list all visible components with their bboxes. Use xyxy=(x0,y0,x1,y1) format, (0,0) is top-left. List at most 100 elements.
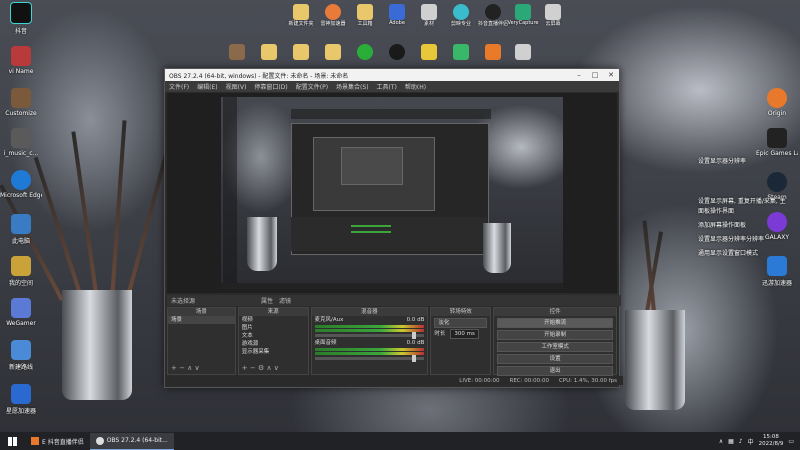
source-label: 文本 xyxy=(241,333,253,339)
minimize-button[interactable]: – xyxy=(571,71,587,79)
desktop-icon-cloud-screen[interactable]: 云屏幕 xyxy=(544,4,562,27)
start-button[interactable] xyxy=(0,433,25,449)
live-status: LIVE: 00:00:00 xyxy=(459,378,499,384)
menu-docks[interactable]: 停靠窗口(D) xyxy=(254,82,287,91)
taskbar-item-obs[interactable]: OBS 27.2.4 (64-bit... xyxy=(89,432,174,450)
duration-input[interactable]: 300 ms xyxy=(450,329,479,339)
studio-mode-button[interactable]: 工作室模式 xyxy=(497,342,614,352)
menu-edit[interactable]: 编辑(E) xyxy=(197,82,217,91)
no-source-label: 未选择源 xyxy=(171,298,196,305)
obs-app-icon xyxy=(95,436,104,445)
desktop-icon-edge[interactable]: Microsoft Edge xyxy=(0,170,42,199)
clock-date: 2022/8/9 xyxy=(758,441,784,447)
desktop-icon-small-4[interactable] xyxy=(324,44,342,60)
menu-help[interactable]: 帮助(H) xyxy=(405,82,426,91)
menu-view[interactable]: 视图(V) xyxy=(226,82,247,91)
desktop-icon-small-8[interactable] xyxy=(452,44,470,60)
desktop-icon-jianying[interactable]: 剪映专业 xyxy=(451,4,471,27)
scene-item[interactable]: 场景 xyxy=(168,316,235,324)
menu-scene-collection[interactable]: 场景集合(S) xyxy=(336,82,369,91)
channel-name: 麦克风/Aux xyxy=(314,317,344,323)
desktop-icon-douyin[interactable]: 抖音 xyxy=(0,2,42,35)
source-item[interactable]: 文本 xyxy=(239,332,308,340)
taskbar: E 抖音直播伴侣 OBS 27.2.4 (64-bit... ∧ ▦ ♪ 中 1… xyxy=(0,432,800,450)
qq-icon[interactable] xyxy=(388,44,406,60)
obs-window: OBS 27.2.4 (64-bit, windows) - 配置文件: 未命名… xyxy=(164,68,623,388)
volume-slider[interactable] xyxy=(314,355,425,362)
source-item[interactable]: 游戏源 xyxy=(239,340,308,348)
start-streaming-button[interactable]: 开始推流 xyxy=(497,318,614,328)
taskbar-item-douyin[interactable]: E 抖音直播伴侣 xyxy=(25,433,90,449)
desktop-icon-small-2[interactable] xyxy=(260,44,278,60)
start-recording-button[interactable]: 开始录制 xyxy=(497,330,614,340)
duration-label: 时长 xyxy=(434,331,446,337)
network-icon[interactable]: ▦ xyxy=(728,438,734,445)
desktop-icon-verycapture[interactable]: VeryCapture xyxy=(507,4,539,26)
settings-button[interactable]: 设置 xyxy=(497,354,614,364)
rec-label: REC: xyxy=(509,377,523,384)
obs-titlebar[interactable]: OBS 27.2.4 (64-bit, windows) - 配置文件: 未命名… xyxy=(165,69,619,81)
input-language[interactable]: 中 xyxy=(748,437,754,446)
desktop-icon-new-folder[interactable]: 新建文件夹 xyxy=(288,4,314,27)
maximize-button[interactable]: □ xyxy=(587,71,603,79)
obs-statusbar: LIVE: 00:00:00 REC: 00:00:00 CPU: 1.4%, … xyxy=(167,376,623,385)
transitions-title: 转场特效 xyxy=(431,308,491,316)
desktop-icon-material[interactable]: 素材 xyxy=(420,4,438,27)
preview-canvas xyxy=(221,97,563,289)
obs-title: OBS 27.2.4 (64-bit, windows) - 配置文件: 未命名… xyxy=(169,72,349,80)
obs-preview[interactable] xyxy=(167,93,617,293)
source-item[interactable]: 显示器采集 xyxy=(239,348,308,356)
desktop-icon-small-10[interactable] xyxy=(514,44,532,60)
close-button[interactable]: ✕ xyxy=(603,71,619,79)
desktop-icon-this-pc[interactable]: 此电脑 xyxy=(0,214,42,245)
desktop-icon-space[interactable]: 我的空间 xyxy=(0,256,42,287)
desktop-icon-toolbox[interactable]: 工具箱 xyxy=(356,4,374,27)
desktop-icon-customize[interactable]: Customize xyxy=(0,88,42,117)
origin-icon[interactable]: Origin xyxy=(756,88,798,117)
desktop-icon-adobe[interactable]: Adobe xyxy=(388,4,406,26)
desktop-icon-wegamer[interactable]: WeGamer xyxy=(0,298,42,327)
desktop-icon-small-7[interactable] xyxy=(420,44,438,60)
tray-chevron-icon[interactable]: ∧ xyxy=(719,438,723,445)
exit-button[interactable]: 退出 xyxy=(497,366,614,376)
menu-tools[interactable]: 工具(T) xyxy=(377,82,397,91)
obs-menubar: 文件(F) 编辑(E) 视图(V) 停靠窗口(D) 配置文件(P) 场景集合(S… xyxy=(165,81,619,92)
menu-profile[interactable]: 配置文件(P) xyxy=(296,82,328,91)
epic-games-icon[interactable]: Epic Games Launcher xyxy=(756,128,798,157)
xunyou-icon[interactable]: 迅游加速器 xyxy=(756,256,798,287)
task-label: E 抖音直播伴侣 xyxy=(42,438,84,446)
desktop-icon-name[interactable]: vi Name xyxy=(0,46,42,75)
scene-controls[interactable]: + − ∧ ∨ xyxy=(171,364,200,372)
live-label: LIVE: xyxy=(459,377,474,384)
desktop-icon-music[interactable]: i_music_c... xyxy=(0,128,42,157)
source-label: 视频 xyxy=(241,317,253,323)
note-line: 设置显示器分辨率分辨率 xyxy=(698,236,765,243)
transition-select[interactable]: 淡化 xyxy=(434,318,488,328)
obs-docks: 场景 场景 + − ∧ ∨ 来源 视频 图片 文本 游戏源 显示器采集 + − … xyxy=(167,307,618,376)
note-line: 面板操作界面 xyxy=(698,208,735,215)
source-label: 图片 xyxy=(241,325,253,331)
menu-file[interactable]: 文件(F) xyxy=(169,82,189,91)
source-label: 游戏源 xyxy=(241,341,259,347)
filters-button[interactable]: 滤镜 xyxy=(279,296,291,305)
notification-icon[interactable]: ▭ xyxy=(788,438,794,445)
wechat-icon[interactable] xyxy=(356,44,374,60)
properties-button[interactable]: 属性 xyxy=(261,296,273,305)
windows-icon xyxy=(8,436,17,446)
source-item[interactable]: 视频 xyxy=(239,316,308,324)
volume-slider[interactable] xyxy=(314,332,425,339)
desktop-icon-live-companion[interactable]: 抖音直播伴侣 xyxy=(478,4,508,27)
desktop-icon-small-1[interactable] xyxy=(228,44,246,60)
source-item[interactable]: 图片 xyxy=(239,324,308,332)
desktop-icon-small-3[interactable] xyxy=(292,44,310,60)
desktop-icon-route[interactable]: 新建路线 xyxy=(0,340,42,371)
desktop-icon-accelerator[interactable]: 星愿加速器 xyxy=(0,384,42,415)
clock[interactable]: 15:08 2022/8/9 xyxy=(759,434,784,448)
desktop-icon-small-9[interactable] xyxy=(484,44,502,60)
rec-time: 00:00:00 xyxy=(524,377,549,384)
audio-meter xyxy=(314,329,425,332)
rec-status: REC: 00:00:00 xyxy=(510,378,549,384)
desktop-icon-leishen[interactable]: 雷神加速器 xyxy=(320,4,346,27)
volume-icon[interactable]: ♪ xyxy=(739,438,743,445)
source-controls[interactable]: + − ⚙ ∧ ∨ xyxy=(242,364,279,372)
